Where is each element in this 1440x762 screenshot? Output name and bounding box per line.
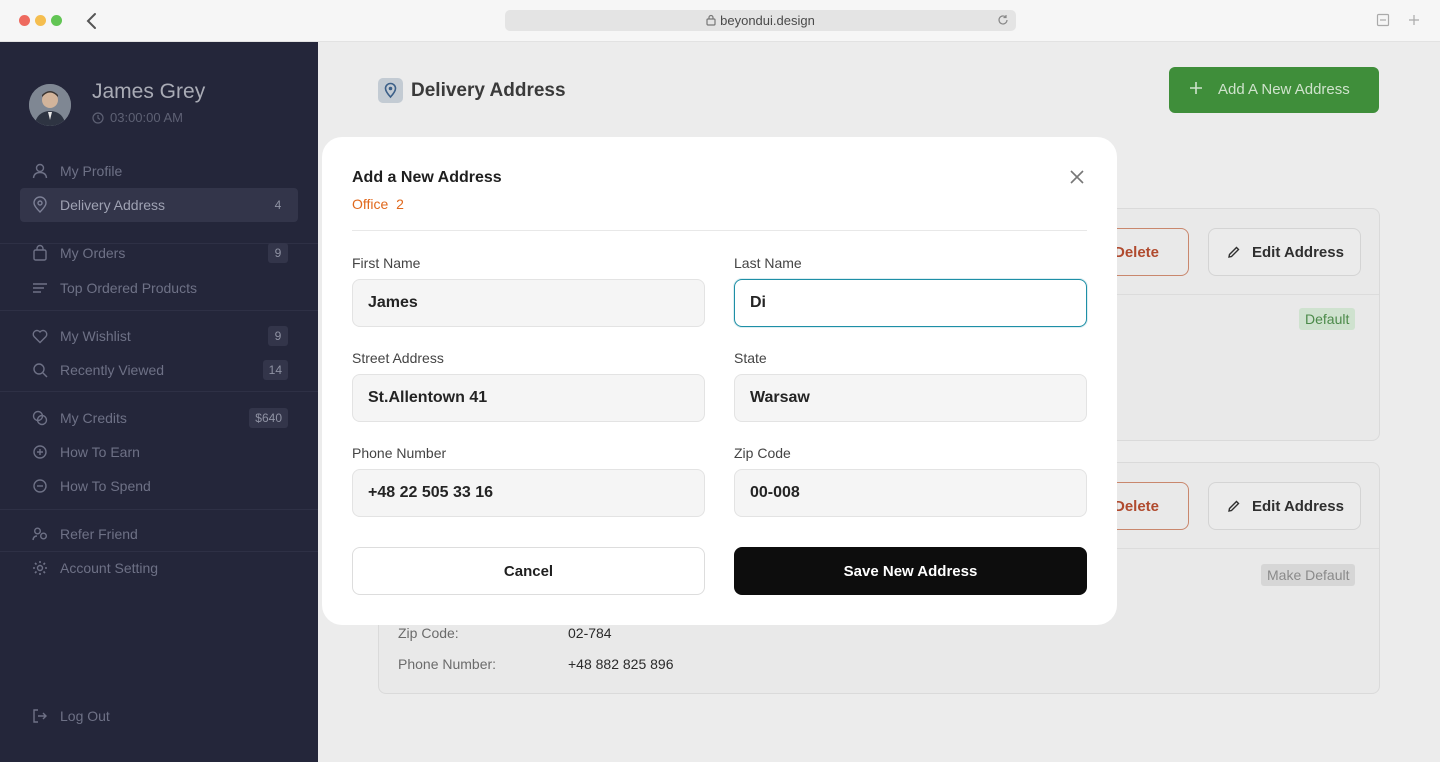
browser-toolbar: beyondui.design: [0, 0, 1440, 42]
divider: [0, 310, 318, 311]
url-text: beyondui.design: [720, 13, 815, 28]
gear-icon: [33, 561, 47, 575]
plus-icon: [1190, 82, 1202, 94]
street-address-field[interactable]: [352, 374, 705, 422]
minimize-window-button[interactable]: [35, 15, 46, 26]
back-arrow-icon[interactable]: [84, 11, 100, 31]
count-badge: 4: [274, 198, 282, 212]
sidebar-item-my-orders[interactable]: My Orders 9: [20, 236, 298, 270]
sidebar-item-how-to-earn[interactable]: How To Earn: [20, 435, 298, 469]
search-icon: [33, 363, 48, 378]
sidebar-item-how-to-spend[interactable]: How To Spend: [20, 469, 298, 503]
count-badge: 9: [268, 243, 288, 263]
avatar-image: [29, 84, 71, 126]
logout-icon: [33, 709, 47, 723]
share-icon[interactable]: [1376, 13, 1390, 27]
first-name-label: First Name: [352, 255, 421, 271]
sidebar-item-recently-viewed[interactable]: Recently Viewed 14: [20, 353, 298, 387]
default-badge: Default: [1299, 308, 1356, 330]
new-tab-icon[interactable]: [1407, 13, 1421, 27]
sidebar-item-label: My Credits: [60, 410, 127, 426]
add-address-button[interactable]: Add A New Address: [1169, 67, 1379, 113]
state-field[interactable]: [734, 374, 1087, 422]
user-icon: [32, 163, 48, 179]
add-address-modal: Add a New Address Office 2 First Name La…: [322, 137, 1117, 625]
phone-number-value: +48 882 825 896: [568, 656, 674, 672]
sidebar-item-refer-friend[interactable]: Refer Friend: [20, 517, 298, 551]
logout-label: Log Out: [60, 708, 110, 724]
location-pin-icon: [33, 196, 47, 213]
last-name-field[interactable]: [734, 279, 1087, 327]
count-badge: $640: [249, 408, 288, 428]
divider: [352, 230, 1087, 231]
cancel-button[interactable]: Cancel: [352, 547, 705, 595]
modal-subtitle: Office 2: [352, 196, 404, 212]
count-badge: 9: [268, 326, 288, 346]
page-title: Delivery Address: [411, 80, 566, 101]
sidebar-item-label: How To Spend: [60, 478, 151, 494]
coins-icon: [32, 410, 48, 426]
coin-plus-icon: [33, 445, 47, 459]
sidebar-item-my-wishlist[interactable]: My Wishlist 9: [20, 319, 298, 353]
sidebar-item-delivery-address[interactable]: Delivery Address 4: [20, 188, 298, 222]
pencil-icon: [1228, 500, 1240, 512]
zip-code-field[interactable]: [734, 469, 1087, 517]
location-pin-icon: [378, 78, 403, 103]
last-name-label: Last Name: [734, 255, 802, 271]
modal-title: Add a New Address: [352, 169, 502, 186]
clock-icon: [92, 112, 104, 124]
pencil-icon: [1228, 246, 1240, 258]
sidebar-item-label: Account Setting: [60, 560, 159, 576]
zip-code-value: 02-784: [568, 625, 612, 641]
sidebar: James Grey 03:00:00 AM My Profile Delive…: [0, 42, 318, 762]
sidebar-item-my-credits[interactable]: My Credits $640: [20, 401, 298, 435]
divider: [0, 509, 318, 510]
logout-button[interactable]: Log Out: [20, 699, 298, 733]
coin-minus-icon: [33, 479, 47, 493]
sidebar-item-account-setting[interactable]: Account Setting: [20, 551, 298, 585]
sidebar-item-label: Refer Friend: [60, 526, 138, 542]
maximize-window-button[interactable]: [51, 15, 62, 26]
zip-code-label: Zip Code: [734, 445, 791, 461]
edit-address-button[interactable]: Edit Address: [1208, 228, 1361, 276]
avatar[interactable]: [29, 84, 71, 126]
state-label: State: [734, 350, 767, 366]
list-icon: [33, 283, 47, 293]
close-window-button[interactable]: [19, 15, 30, 26]
close-icon[interactable]: [1067, 167, 1087, 187]
sidebar-item-label: Recently Viewed: [60, 362, 165, 378]
divider: [0, 391, 318, 392]
phone-number-field[interactable]: [352, 469, 705, 517]
sidebar-item-label: My Wishlist: [60, 328, 131, 344]
heart-icon: [32, 329, 48, 344]
sidebar-item-label: My Profile: [60, 163, 123, 179]
phone-number-label: Phone Number: [352, 445, 447, 461]
sidebar-item-label: My Orders: [60, 245, 126, 261]
shopping-bag-icon: [33, 244, 47, 261]
street-address-label: Street Address: [352, 350, 444, 366]
user-time: 03:00:00 AM: [92, 110, 183, 125]
save-address-button[interactable]: Save New Address: [734, 547, 1087, 595]
phone-number-label: Phone Number:: [398, 656, 497, 672]
address-bar[interactable]: beyondui.design: [505, 10, 1016, 31]
users-icon: [32, 527, 47, 541]
lock-icon: [706, 14, 716, 26]
count-badge: 14: [262, 360, 288, 380]
edit-address-button[interactable]: Edit Address: [1208, 482, 1361, 530]
first-name-field[interactable]: [352, 279, 705, 327]
sidebar-item-my-profile[interactable]: My Profile: [20, 154, 298, 188]
zip-code-label: Zip Code:: [398, 625, 459, 641]
sidebar-item-label: How To Earn: [60, 444, 140, 460]
sidebar-item-label: Delivery Address: [60, 197, 166, 213]
sidebar-item-label: Top Ordered Products: [60, 280, 197, 296]
sidebar-item-top-ordered-products[interactable]: Top Ordered Products: [20, 271, 298, 305]
reload-icon[interactable]: [996, 13, 1010, 27]
user-name: James Grey: [92, 80, 206, 103]
make-default-button[interactable]: Make Default: [1261, 564, 1356, 586]
